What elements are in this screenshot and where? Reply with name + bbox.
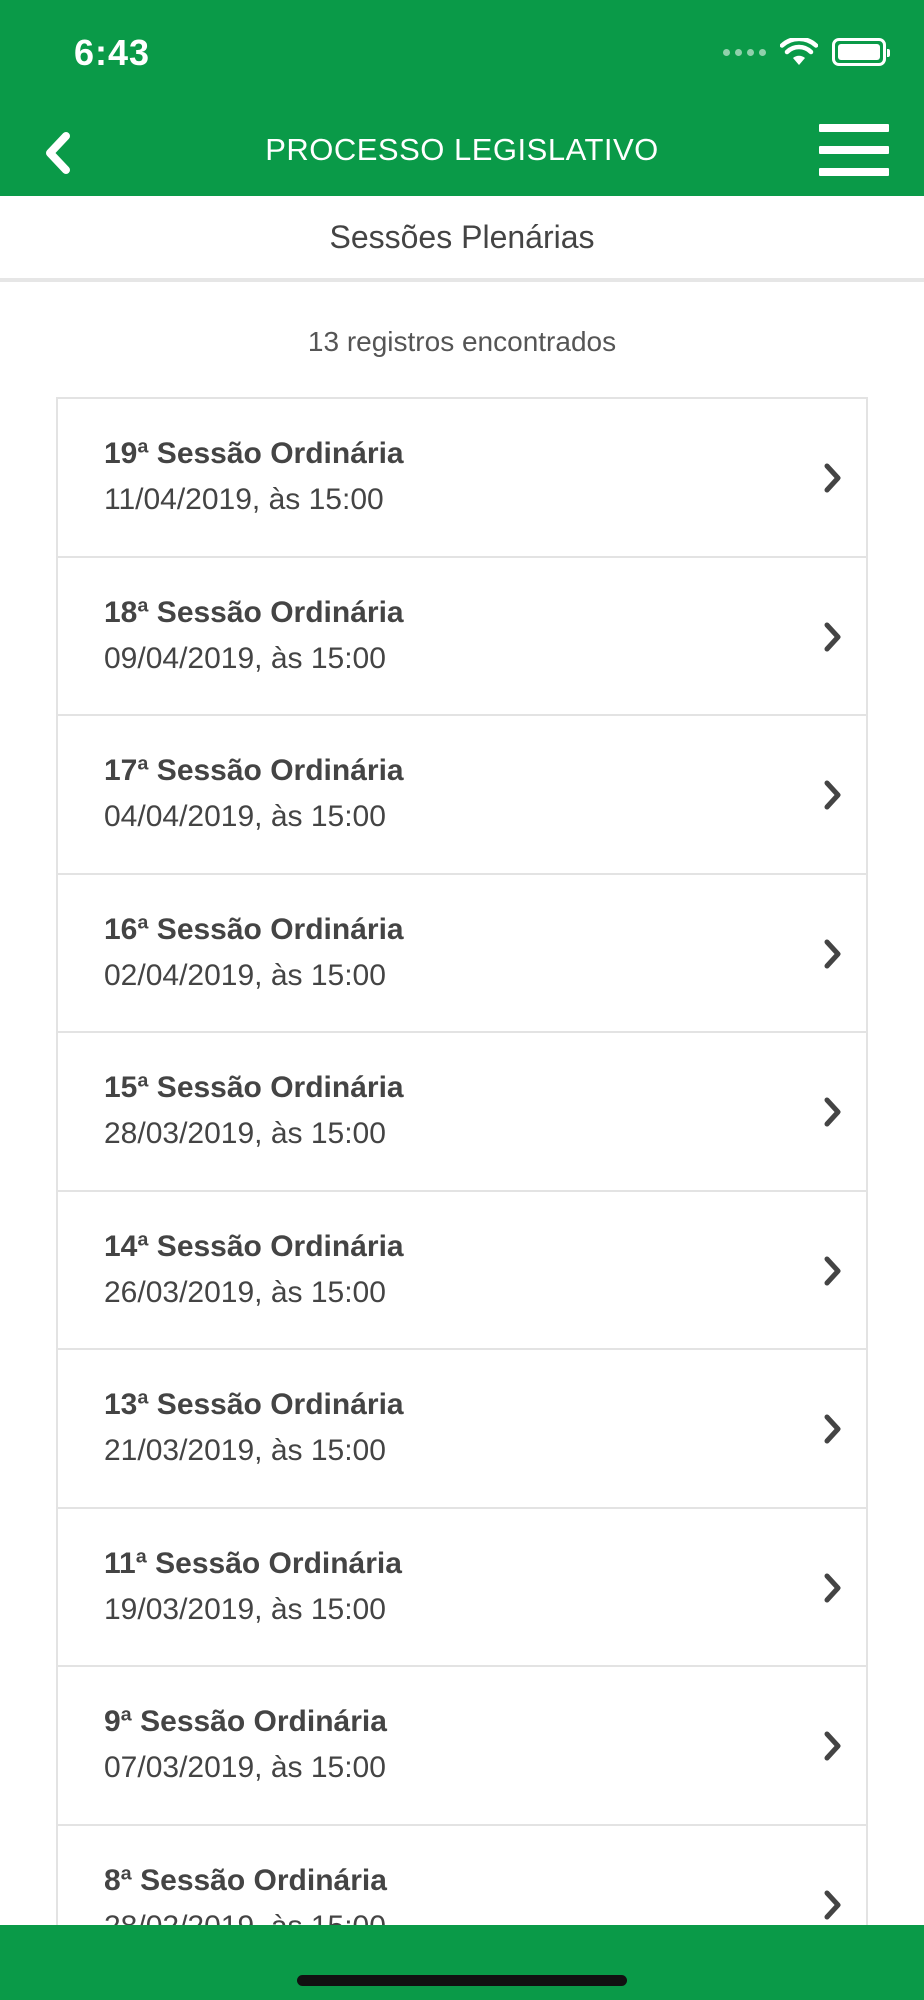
records-count: 13 registros encontrados: [307, 326, 617, 357]
list-item[interactable]: 16ª Sessão Ordinária 02/04/2019, às 15:0…: [58, 874, 866, 1033]
status-icons: [723, 38, 890, 66]
chevron-right-icon: [824, 1414, 841, 1444]
section-title: Sessões Plenárias: [329, 218, 595, 255]
list-item[interactable]: 11ª Sessão Ordinária 19/03/2019, às 15:0…: [58, 1508, 866, 1667]
menu-button[interactable]: [819, 124, 889, 180]
list-item[interactable]: 17ª Sessão Ordinária 04/04/2019, às 15:0…: [58, 716, 866, 875]
list-item[interactable]: 18ª Sessão Ordinária 09/04/2019, às 15:0…: [58, 557, 866, 716]
chevron-right-icon: [824, 780, 841, 810]
session-title: 13ª Sessão Ordinária: [104, 1388, 404, 1421]
session-date: 04/04/2019, às 15:00: [104, 800, 386, 833]
chevron-right-icon: [824, 1256, 841, 1285]
navigation-bar: PROCESSO LEGISLATIVO: [0, 110, 924, 196]
list-item[interactable]: 9ª Sessão Ordinária 07/03/2019, às 15:00: [58, 1667, 866, 1826]
session-title: 18ª Sessão Ordinária: [104, 595, 404, 629]
session-date: 11/04/2019, às 15:00: [104, 483, 384, 516]
chevron-right-icon: [824, 622, 841, 651]
bottom-bar: [0, 1925, 924, 2000]
session-date: 28/02/2019, às 15:00: [104, 1910, 386, 1926]
chevron-right-icon: [824, 1097, 841, 1127]
session-date: 07/03/2019, às 15:00: [104, 1751, 386, 1784]
chevron-right-icon: [824, 463, 841, 493]
session-date: 19/03/2019, às 15:00: [104, 1592, 386, 1626]
hamburger-menu-icon: [819, 124, 889, 132]
session-date: 26/03/2019, às 15:00: [104, 1275, 386, 1309]
chevron-right-icon: [824, 939, 841, 968]
wifi-icon: [780, 38, 818, 65]
session-title: 11ª Sessão Ordinária: [104, 1546, 402, 1580]
session-date: 28/03/2019, às 15:00: [104, 1117, 386, 1150]
session-title: 14ª Sessão Ordinária: [104, 1229, 404, 1263]
session-title: 15ª Sessão Ordinária: [104, 1071, 404, 1104]
session-title: 8ª Sessão Ordinária: [104, 1863, 387, 1897]
session-date: 21/03/2019, às 15:00: [104, 1434, 386, 1467]
session-title: 9ª Sessão Ordinária: [104, 1705, 387, 1738]
status-bar: 6:43: [0, 0, 924, 110]
list-item[interactable]: 14ª Sessão Ordinária 26/03/2019, às 15:0…: [58, 1191, 866, 1350]
session-title: 16ª Sessão Ordinária: [104, 912, 404, 946]
battery-icon: [832, 38, 890, 66]
chevron-right-icon: [824, 1890, 841, 1919]
session-date: 09/04/2019, às 15:00: [104, 641, 386, 675]
page-title: PROCESSO LEGISLATIVO: [265, 132, 659, 167]
session-list: 19ª Sessão Ordinária 11/04/2019, às 15:0…: [56, 397, 868, 1925]
list-item[interactable]: 15ª Sessão Ordinária 28/03/2019, às 15:0…: [58, 1033, 866, 1192]
home-indicator[interactable]: [297, 1975, 627, 1986]
cellular-signal-icon: [723, 48, 766, 56]
session-title: 17ª Sessão Ordinária: [104, 754, 404, 787]
session-title: 19ª Sessão Ordinária: [104, 437, 404, 470]
chevron-right-icon: [824, 1573, 841, 1602]
chevron-right-icon: [824, 1731, 841, 1761]
list-item[interactable]: 8ª Sessão Ordinária 28/02/2019, às 15:00: [58, 1825, 866, 1926]
session-date: 02/04/2019, às 15:00: [104, 958, 386, 992]
list-item[interactable]: 13ª Sessão Ordinária 21/03/2019, às 15:0…: [58, 1350, 866, 1509]
list-item[interactable]: 19ª Sessão Ordinária 11/04/2019, às 15:0…: [58, 399, 866, 558]
section-header: Sessões Plenárias: [0, 196, 924, 282]
status-time: 6:43: [74, 32, 151, 73]
